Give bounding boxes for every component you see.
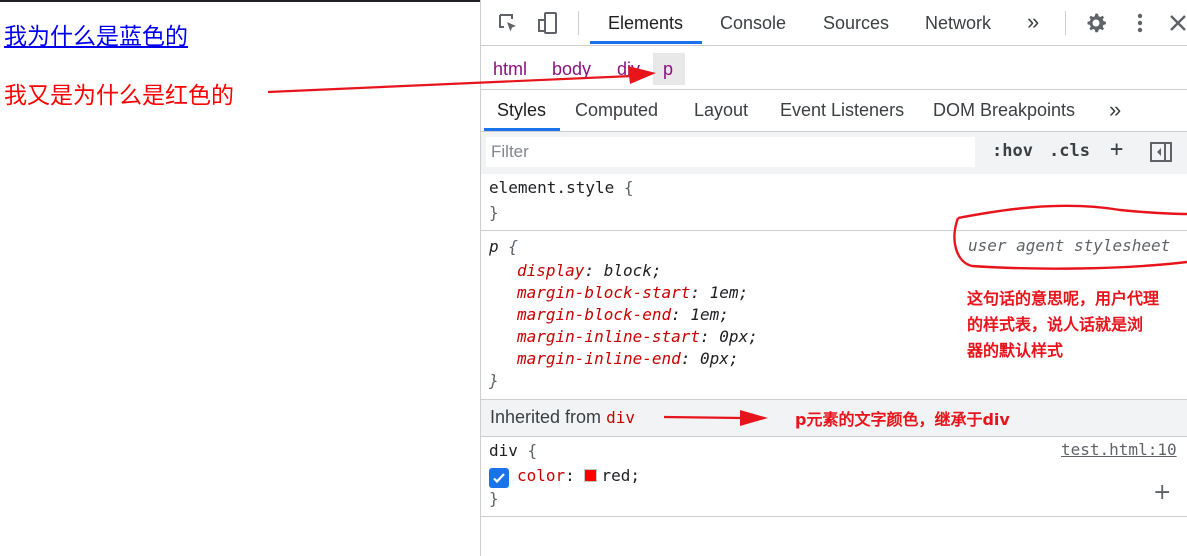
declaration: display: block; [517,261,662,280]
close-icon[interactable] [1165,10,1187,36]
property-name: display [517,261,585,280]
breadcrumb-body[interactable]: body [552,59,591,80]
active-subtab-indicator [484,128,560,131]
checkmark-icon [493,473,505,484]
color-swatch[interactable] [584,469,598,482]
page-red-text: 我又是为什么是红色的 [4,83,234,109]
tab-network[interactable]: Network [925,0,991,44]
devtools-panel: Elements Console Sources Network » html … [480,0,1187,556]
property-name: margin-inline-end [517,349,681,368]
inherit-note: p元素的文字颜色，继承于div [795,410,1010,429]
property-name: margin-inline-start [517,327,701,346]
property-name: color [517,466,566,485]
add-declaration-button[interactable]: + [1153,480,1171,505]
element-style-rule: element.style { } [481,174,1187,231]
styles-filter-bar: :hov .cls + [481,132,1187,174]
toolbar-separator [578,11,579,35]
declaration: margin-inline-end: 0px; [517,349,739,368]
tab-layout[interactable]: Layout [694,100,748,121]
property-value: 0px [700,349,729,368]
declaration-checkbox[interactable] [489,468,509,488]
property-value: 1em [709,283,739,302]
inspect-element-icon[interactable] [495,10,521,36]
close-brace: } [489,203,499,222]
breadcrumb-div[interactable]: div [617,59,640,80]
declaration: margin-inline-start: 0px; [517,327,758,346]
hov-button[interactable]: :hov [992,141,1033,161]
inherited-label: Inherited from [490,407,602,427]
styles-subtabs: Styles Computed Layout Event Listeners D… [481,91,1187,132]
div-rule: div { test.html:10 color: red; } + [481,437,1187,517]
property-name: margin-block-start [517,283,691,302]
page-top-border [0,0,480,2]
active-tab-indicator [590,41,702,44]
breadcrumb-p[interactable]: p [663,59,673,80]
close-brace: } [489,371,499,390]
filter-input[interactable] [486,137,975,167]
toolbar-separator [1065,11,1066,35]
tab-computed[interactable]: Computed [575,100,658,121]
ua-note: 这句话的意思呢，用户代理 的样式表，说人话就是浏 器的默认样式 [967,289,1160,360]
toggle-sidebar-icon[interactable] [1148,139,1174,165]
declaration: color: red; [517,466,640,485]
settings-gear-icon[interactable] [1083,10,1109,36]
more-options-icon[interactable] [1127,10,1153,36]
cls-button[interactable]: .cls [1049,141,1090,161]
tab-elements[interactable]: Elements [608,0,683,44]
close-brace: } [489,489,499,508]
declaration: margin-block-start: 1em; [517,283,749,302]
div-rule-selector[interactable]: div [489,441,518,460]
breadcrumb: html body div p [481,47,1187,90]
property-value: block [603,261,652,280]
tab-event-listeners[interactable]: Event Listeners [780,100,904,121]
open-brace: { [623,178,634,197]
tab-styles[interactable]: Styles [497,100,546,121]
element-style-selector[interactable]: element.style [489,178,614,197]
open-brace: { [527,441,538,460]
declaration: margin-block-end: 1em; [517,305,729,324]
more-subtabs-icon[interactable]: » [1109,97,1121,123]
breadcrumb-html[interactable]: html [493,59,527,80]
property-value: 0px [719,327,749,346]
tab-sources[interactable]: Sources [823,0,889,44]
user-agent-stylesheet-label: user agent stylesheet [968,236,1171,255]
page-link-blue-text[interactable]: 我为什么是蓝色的 [4,17,188,51]
source-link[interactable]: test.html:10 [1061,440,1177,459]
new-style-rule-button[interactable]: + [1110,137,1123,162]
inherited-tag-link[interactable]: div [606,408,635,427]
property-value: red [601,466,631,485]
tab-dom-breakpoints[interactable]: DOM Breakpoints [933,100,1075,121]
ua-rule-selector[interactable]: p [489,237,499,256]
device-toolbar-icon[interactable] [535,10,561,36]
open-brace: { [508,237,518,256]
property-value: 1em [690,305,720,324]
more-tabs-icon[interactable]: » [1027,0,1039,44]
tab-console[interactable]: Console [720,0,786,44]
devtools-toolbar: Elements Console Sources Network » [481,0,1187,46]
property-name: margin-block-end [517,305,672,324]
